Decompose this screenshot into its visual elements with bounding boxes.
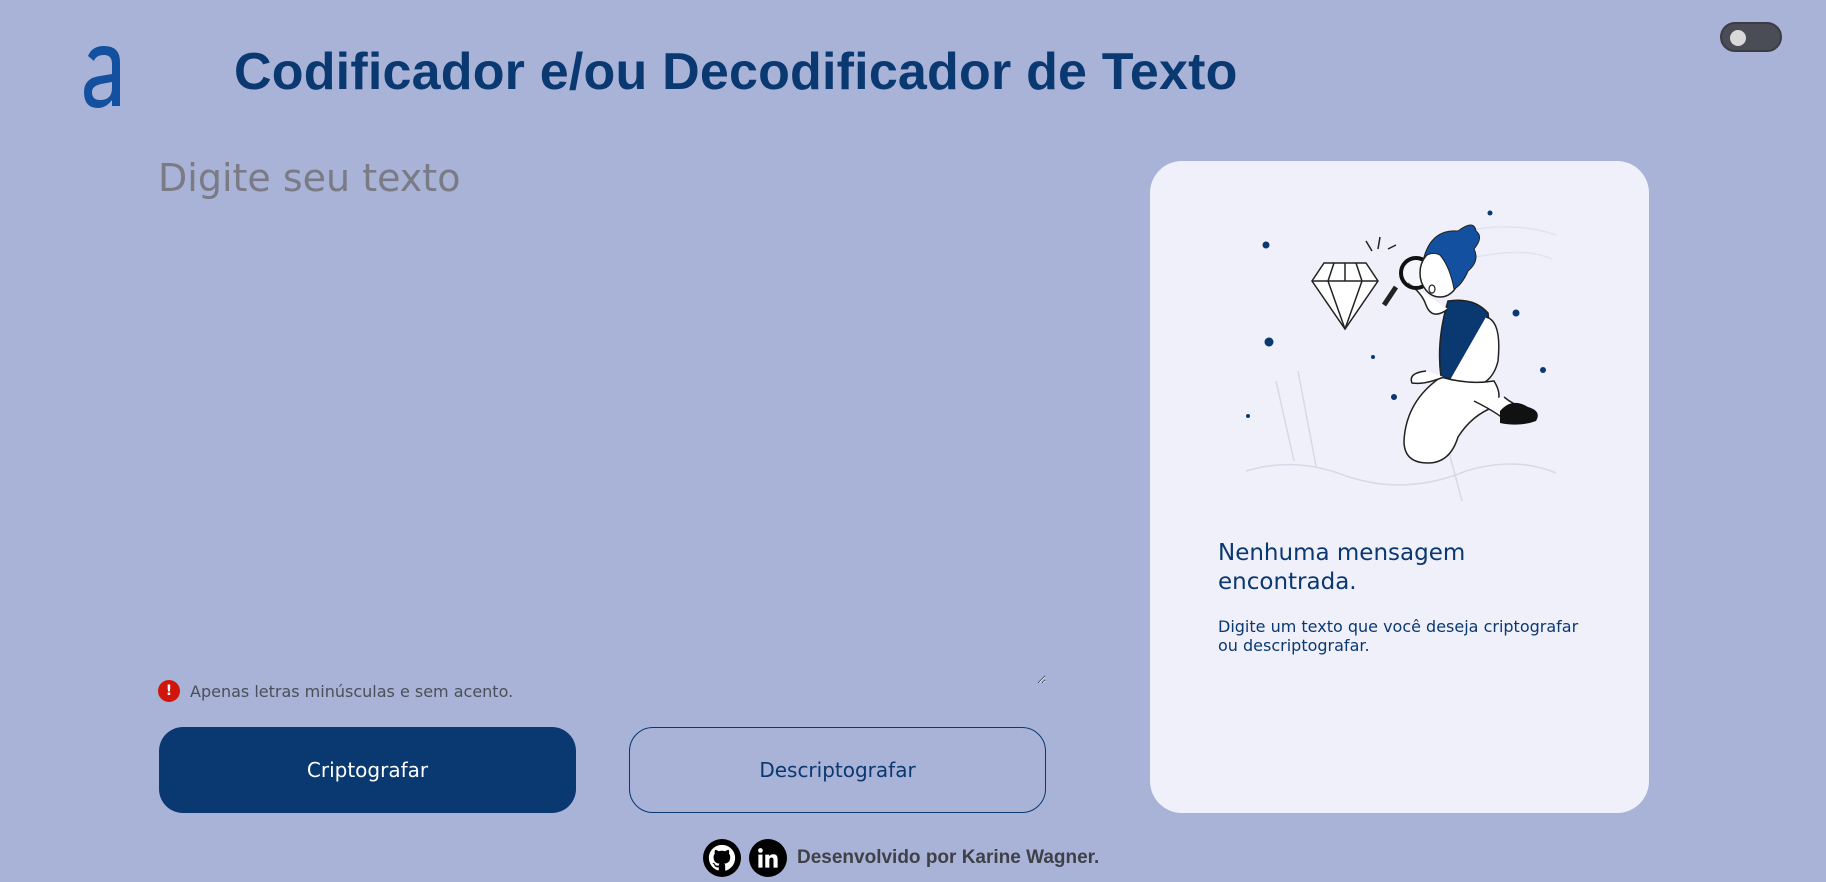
text-input[interactable] <box>158 156 1046 684</box>
exclamation-circle-icon: ! <box>158 680 180 702</box>
person-magnifying-glass-illustration <box>1245 210 1557 502</box>
github-glyph-icon <box>708 844 736 871</box>
linkedin-glyph-icon <box>758 848 778 868</box>
theme-toggle[interactable] <box>1720 22 1782 52</box>
hint-text: Apenas letras minúsculas e sem acento. <box>190 681 514 701</box>
page-title: Codificador e/ou Decodificador de Texto <box>234 43 1238 101</box>
alura-logo-icon[interactable] <box>80 44 126 112</box>
output-title: Nenhuma mensagem encontrada. <box>1218 540 1466 595</box>
decrypt-button[interactable]: Descriptografar <box>629 727 1046 813</box>
linkedin-icon[interactable] <box>749 839 787 877</box>
footer-credit: Desenvolvido por Karine Wagner. <box>797 847 1100 868</box>
footer: Desenvolvido por Karine Wagner. <box>703 838 1099 878</box>
output-panel: Nenhuma mensagem encontrada. Digite um t… <box>1150 161 1649 813</box>
toggle-knob <box>1730 30 1746 46</box>
app-page: Codificador e/ou Decodificador de Texto … <box>0 0 1826 882</box>
input-hint: ! Apenas letras minúsculas e sem acento. <box>158 680 513 702</box>
output-description: Digite um texto que você deseja criptogr… <box>1218 617 1579 655</box>
encrypt-button[interactable]: Criptografar <box>159 727 576 813</box>
github-icon[interactable] <box>703 839 741 877</box>
